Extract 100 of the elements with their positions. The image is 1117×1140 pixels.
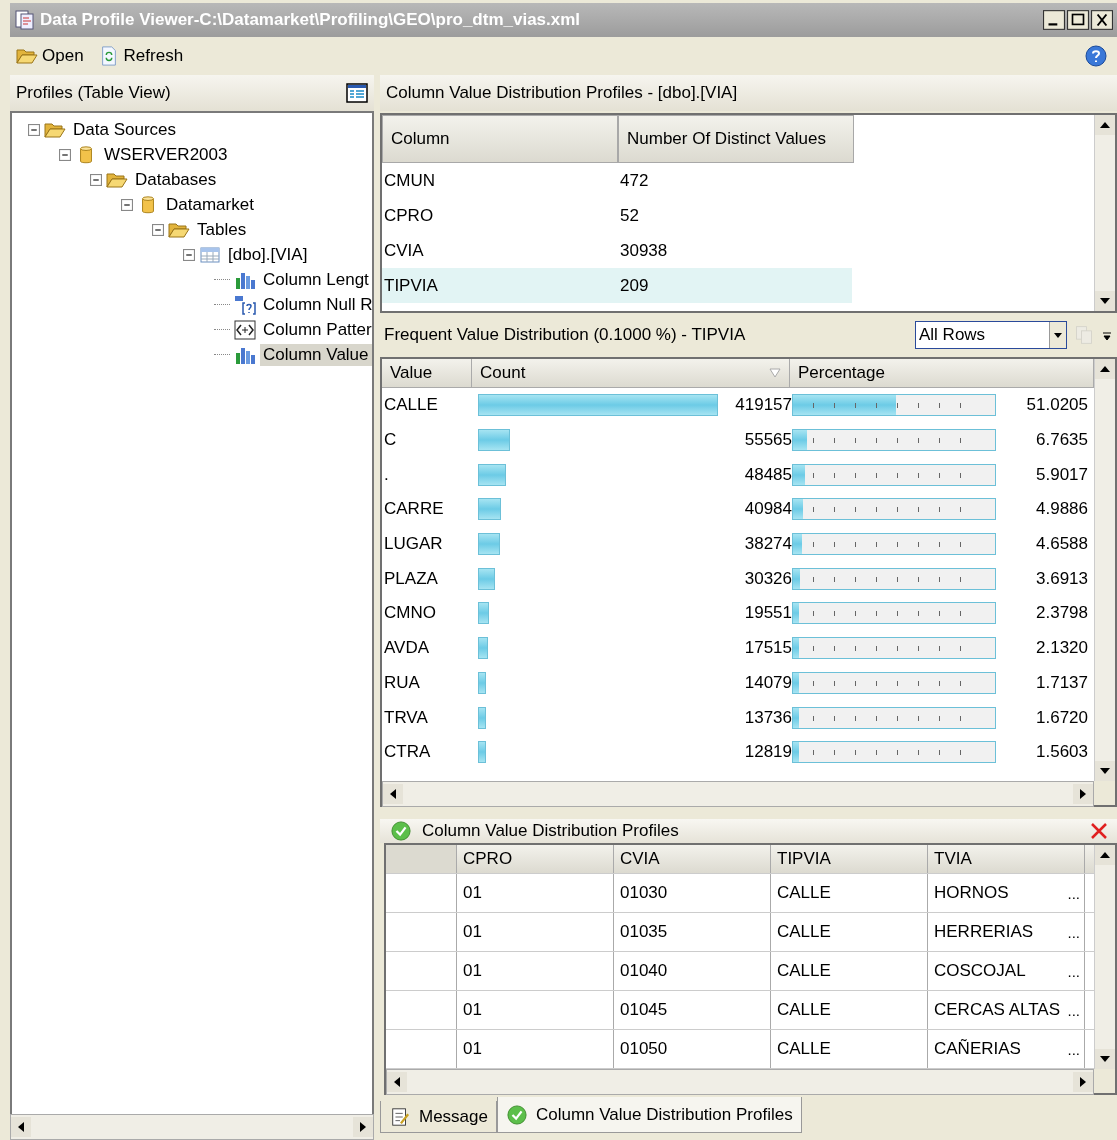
pane-title: Profiles (Table View): [16, 83, 171, 103]
scroll-left-icon[interactable]: [387, 1072, 407, 1092]
scrollbar-corner: [1094, 781, 1115, 805]
refresh-button[interactable]: Refresh: [95, 44, 186, 68]
table-cell: 01035: [614, 913, 771, 951]
ellipsis-button[interactable]: ...: [1067, 962, 1080, 980]
table-cell-text: 1.6720: [1035, 707, 1089, 728]
table-cell-text: 4.6588: [1035, 534, 1089, 555]
table-row[interactable]: CPRO 52: [382, 198, 852, 233]
tree-item[interactable]: Tables: [194, 218, 250, 241]
vertical-scrollbar[interactable]: [1094, 115, 1115, 311]
count-bar: [478, 602, 490, 625]
caret-icon[interactable]: [1049, 322, 1066, 348]
tree-item[interactable]: [dbo].[VIA]: [225, 243, 311, 266]
table-cell: 472: [620, 170, 649, 191]
table-cell-text: 419157: [734, 395, 792, 416]
collapse-icon[interactable]: [59, 148, 71, 161]
table-cell-text: TRVA: [383, 707, 429, 728]
scroll-right-icon[interactable]: [1073, 1072, 1093, 1092]
table-row[interactable]: TIPVIA 209: [382, 268, 852, 303]
table-cell: 01045: [614, 991, 771, 1029]
scroll-up-icon[interactable]: [1095, 845, 1115, 865]
table-cell-text: CARRE: [383, 499, 445, 520]
table-cell-text: 4.9886: [1035, 499, 1089, 520]
table-cell-text: PLAZA: [383, 568, 439, 589]
scroll-right-icon[interactable]: [1073, 784, 1093, 804]
scroll-left-icon[interactable]: [383, 784, 403, 804]
table-cell-text: 38274: [743, 534, 792, 555]
table-row[interactable]: CMUN 472: [382, 163, 852, 198]
table-cell-text: 1.7137: [1035, 672, 1089, 693]
tree-item[interactable]: Column Patter: [260, 318, 372, 341]
table-view-icon[interactable]: [346, 83, 368, 103]
table-cell: 01: [457, 1030, 614, 1068]
scroll-down-icon[interactable]: [1095, 291, 1115, 311]
column-header[interactable]: Column: [382, 115, 618, 163]
scroll-left-icon[interactable]: [11, 1117, 31, 1137]
table-cell: CALLE: [771, 952, 928, 990]
table-cell: 209: [620, 275, 649, 296]
rows-dropdown[interactable]: All Rows: [915, 321, 1067, 349]
table-cell-text: 5.9017: [1035, 464, 1089, 485]
tree-item[interactable]: Column Null R: [260, 293, 372, 316]
ellipsis-button[interactable]: ...: [1067, 884, 1080, 902]
open-button[interactable]: Open: [14, 44, 86, 68]
ellipsis-button[interactable]: ...: [1067, 923, 1080, 941]
table-cell-text: 14079: [743, 672, 792, 693]
table-cell: 01: [457, 913, 614, 951]
close-icon[interactable]: [1091, 10, 1113, 30]
scroll-right-icon[interactable]: [353, 1117, 373, 1137]
pattern-icon: [234, 319, 256, 340]
scroll-up-icon[interactable]: [1095, 359, 1115, 379]
table-cell: CAÑERIAS: [934, 1039, 1021, 1059]
scroll-down-icon[interactable]: [1095, 1049, 1115, 1069]
table-cell: COSCOJAL: [934, 961, 1026, 981]
table-cell-text: CVIA: [383, 240, 425, 261]
collapse-icon[interactable]: [90, 173, 102, 186]
table-cell-text: 2.1320: [1035, 638, 1089, 659]
scroll-up-icon[interactable]: [1095, 115, 1115, 135]
column-header[interactable]: Count: [472, 359, 790, 387]
collapse-icon[interactable]: [152, 223, 164, 236]
count-bar: [478, 533, 500, 556]
maximize-icon[interactable]: [1067, 10, 1089, 30]
tree-item[interactable]: Databases: [132, 168, 220, 191]
vertical-scrollbar[interactable]: [1094, 359, 1115, 781]
ellipsis-button[interactable]: ...: [1067, 1001, 1080, 1019]
table-cell-text: CMUN: [383, 170, 436, 191]
tree-item[interactable]: Data Sources: [70, 118, 179, 141]
column-header[interactable]: CPRO: [457, 845, 614, 873]
table-cell-text: AVDA: [383, 638, 431, 659]
folder-icon: [16, 46, 38, 66]
table-row[interactable]: CVIA 30938: [382, 233, 852, 268]
horizontal-scrollbar[interactable]: [382, 781, 1094, 807]
sort-icon: [769, 368, 781, 378]
collapse-icon[interactable]: [121, 198, 133, 211]
tab[interactable]: Column Value Distribution Profiles: [497, 1097, 802, 1133]
collapse-icon[interactable]: [183, 248, 195, 261]
column-header[interactable]: Number Of Distinct Values: [618, 115, 854, 163]
scroll-down-icon[interactable]: [1095, 761, 1115, 781]
column-header[interactable]: Value: [382, 359, 472, 387]
horizontal-scrollbar[interactable]: [386, 1069, 1094, 1095]
minimize-icon[interactable]: [1043, 10, 1065, 30]
horizontal-scrollbar[interactable]: [10, 1114, 374, 1140]
ellipsis-button[interactable]: ...: [1067, 1040, 1080, 1058]
vertical-scrollbar[interactable]: [1094, 845, 1115, 1069]
collapse-icon[interactable]: [28, 123, 40, 136]
table-cell-text: C: [383, 430, 398, 451]
column-header[interactable]: TIPVIA: [771, 845, 928, 873]
tab[interactable]: Message: [380, 1101, 497, 1133]
table-cell: HERRERIAS: [934, 922, 1034, 942]
table-cell: 01030: [614, 874, 771, 912]
column-header[interactable]: TVIA: [928, 845, 1085, 873]
table-cell-text: 13736: [743, 707, 792, 728]
pane-title: Column Value Distribution Profiles - [dbo].[VIA]: [386, 83, 738, 103]
tree-item[interactable]: Column Lengt: [260, 268, 372, 291]
tree-item[interactable]: Column Value: [260, 343, 372, 366]
tree-item[interactable]: WSERVER2003: [101, 143, 231, 166]
help-icon[interactable]: [1085, 45, 1107, 67]
tree-item[interactable]: Datamarket: [163, 193, 257, 216]
table-cell-text: RUA: [383, 672, 421, 693]
column-header[interactable]: CVIA: [614, 845, 771, 873]
table-cell: 01: [457, 991, 614, 1029]
